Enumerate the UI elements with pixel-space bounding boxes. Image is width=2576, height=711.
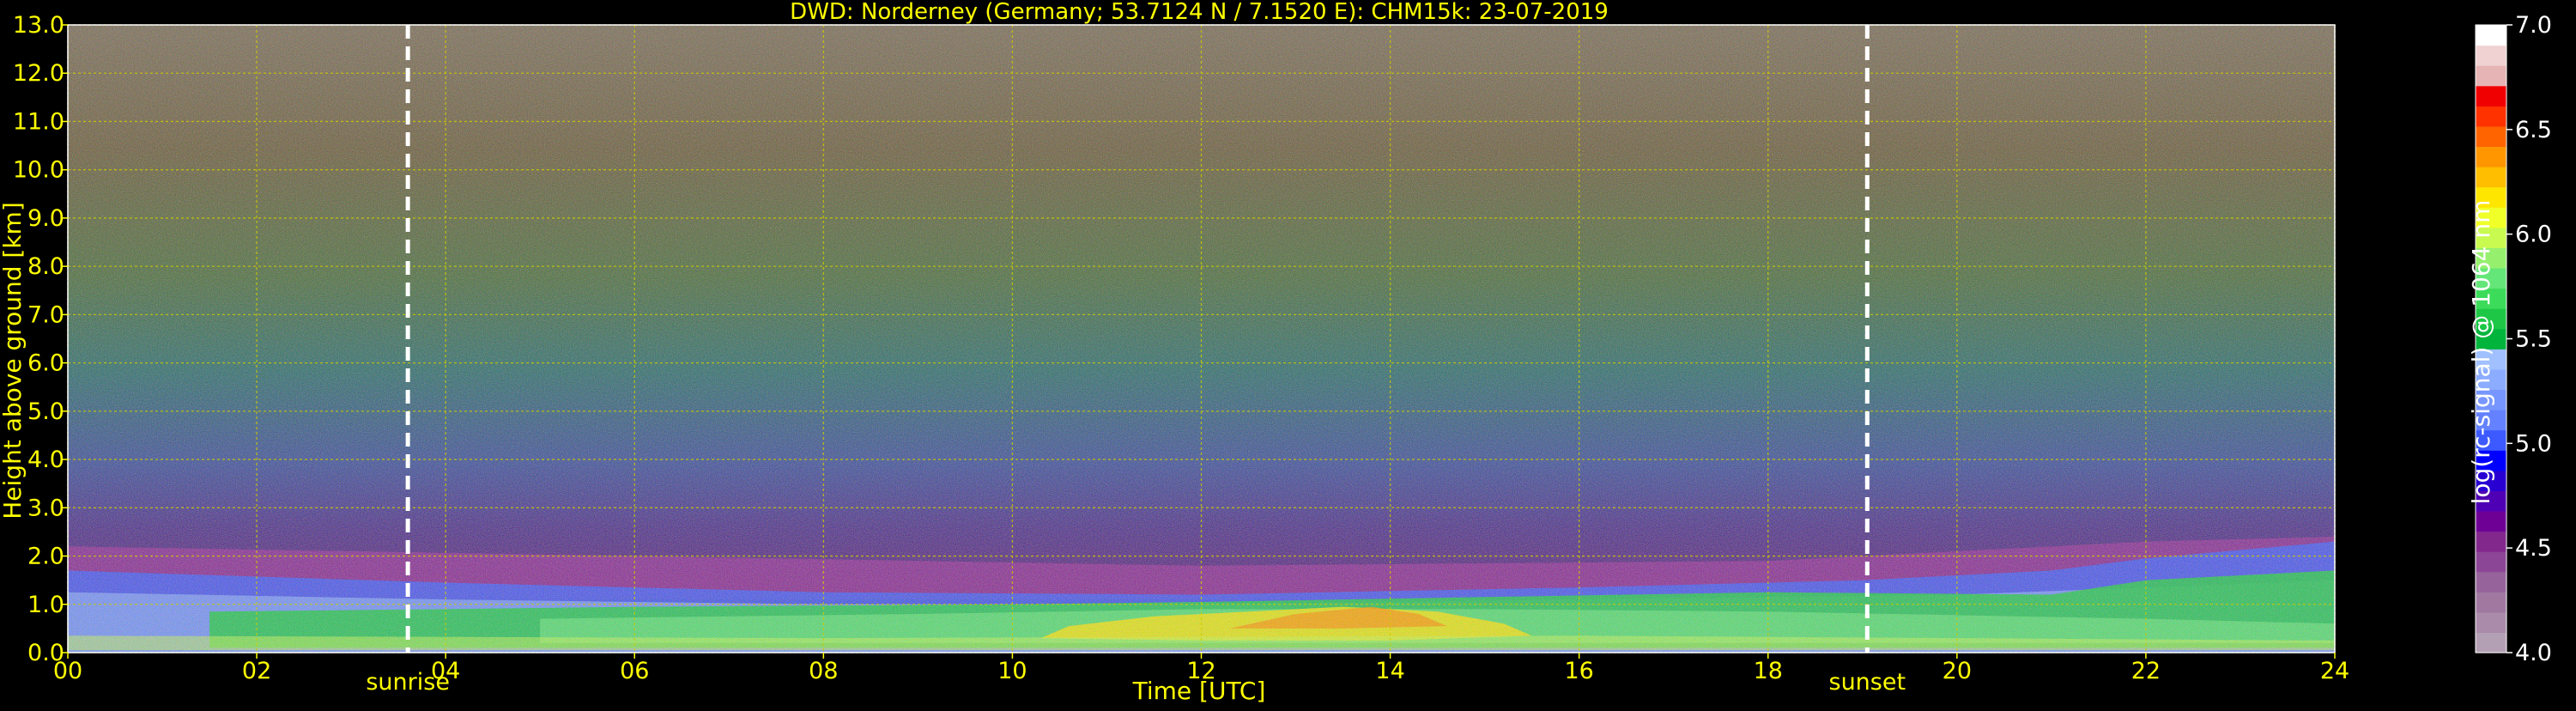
colorbar-tick-label: 6.5	[2515, 117, 2552, 143]
y-tick-label: 10.0	[13, 157, 64, 184]
y-tick-label: 9.0	[27, 205, 64, 232]
x-tick-label: 20	[1943, 658, 1972, 684]
plot-area: sunrise sunset	[67, 24, 2336, 696]
colorbar-tick-label: 7.0	[2515, 12, 2552, 39]
colorbar-segment	[2476, 592, 2506, 613]
y-tick-label: 2.0	[27, 544, 64, 570]
colorbar-tick-label: 4.5	[2515, 535, 2552, 562]
ceilometer-figure: sunrise sunset 00 02 04 06 08 10 12 14 16 18 20 22 24…	[0, 0, 2576, 708]
colorbar-tick-label: 5.0	[2515, 430, 2552, 457]
colorbar-segment	[2476, 65, 2506, 87]
y-tick-label: 1.0	[27, 592, 64, 618]
colorbar-segment	[2476, 632, 2506, 653]
colorbar-segment	[2476, 45, 2506, 66]
colorbar-segment	[2476, 571, 2506, 592]
y-axis-label: Height above ground [km]	[0, 202, 27, 520]
sunset-label: sunset	[1829, 669, 1906, 696]
x-tick-label: 18	[1754, 658, 1783, 684]
x-tick-label: 16	[1564, 658, 1593, 684]
x-tick-label: 10	[997, 658, 1027, 684]
colorbar-tick-label: 6.0	[2515, 222, 2552, 248]
x-tick-label: 24	[2320, 658, 2349, 684]
colorbar-segment	[2476, 531, 2506, 552]
colorbar-segment	[2476, 25, 2506, 46]
y-tick-label: 0.0	[27, 640, 64, 666]
x-tick-label: 14	[1375, 658, 1404, 684]
colorbar-segment	[2476, 167, 2506, 188]
y-tick-label: 12.0	[13, 60, 64, 87]
ceilometer-chart: sunrise sunset 00 02 04 06 08 10 12 14 16 18 20 22 24…	[0, 0, 2552, 705]
colorbar-segment	[2476, 125, 2506, 148]
colorbar-tick-label: 4.0	[2515, 640, 2552, 666]
chart-title: DWD: Norderney (Germany; 53.7124 N / 7.1…	[790, 0, 1609, 25]
y-tick-label: 3.0	[27, 495, 64, 521]
colorbar-label: log(rc-signal) @ 1064 nm	[2467, 200, 2495, 505]
colorbar-segment	[2476, 510, 2506, 532]
x-tick-label: 02	[242, 658, 271, 684]
x-tick-label: 06	[620, 658, 649, 684]
y-tick-label: 13.0	[13, 12, 64, 39]
colorbar-segment	[2476, 611, 2506, 634]
y-tick-label: 5.0	[27, 398, 64, 425]
colorbar-segment	[2476, 106, 2506, 127]
y-tick-label: 8.0	[27, 253, 64, 280]
y-tick-label: 6.0	[27, 350, 64, 377]
y-tick-label: 4.0	[27, 447, 64, 473]
y-tick-label: 11.0	[13, 108, 64, 135]
x-axis-label: Time [UTC]	[1132, 677, 1266, 705]
y-tick-label: 7.0	[27, 301, 64, 328]
x-tick-label: 04	[431, 658, 460, 684]
colorbar-segment	[2476, 146, 2506, 167]
x-tick-label: 22	[2131, 658, 2161, 684]
x-tick-label: 08	[809, 658, 838, 684]
colorbar-segment	[2476, 551, 2506, 573]
colorbar-segment	[2476, 85, 2506, 106]
colorbar-tick-label: 5.5	[2515, 326, 2552, 353]
